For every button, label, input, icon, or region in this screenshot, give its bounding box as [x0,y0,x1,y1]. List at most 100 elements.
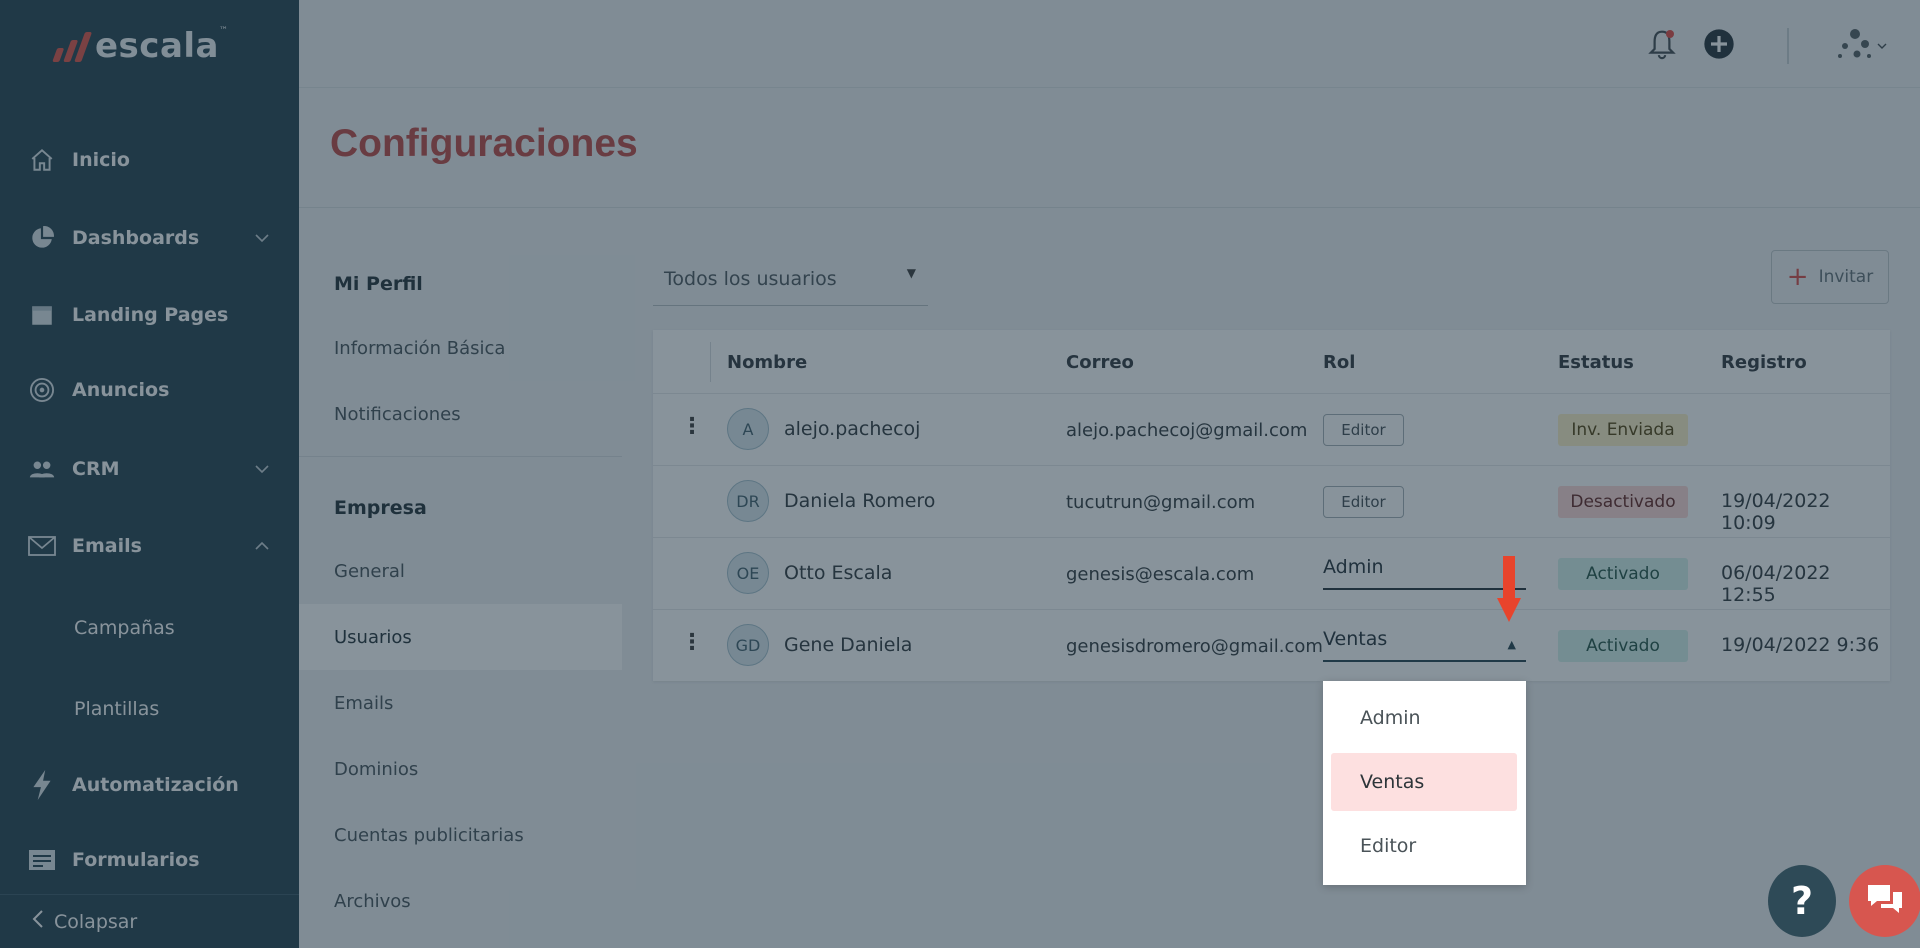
chat-icon [1865,882,1905,920]
settings-item-usuarios[interactable]: Usuarios [299,604,622,670]
role-option-editor[interactable]: Editor [1331,817,1517,875]
user-email: tucutrun@gmail.com [1066,492,1256,513]
table-row: ⋮ GD Gene Daniela genesisdromero@gmail.c… [653,610,1890,682]
header-divider [299,207,1920,208]
sidebar-item-formularios[interactable]: Formularios [0,830,299,890]
user-name: Otto Escala [784,562,893,584]
user-email: alejo.pachecoj@gmail.com [1066,420,1308,441]
registro-date: 19/04/2022 9:36 [1721,634,1880,656]
table-row: DR Daniela Romero tucutrun@gmail.com Edi… [653,466,1890,538]
role-select[interactable]: Admin [1323,550,1526,590]
column-header-estatus[interactable]: Estatus [1558,352,1634,373]
sidebar-item-dashboards[interactable]: Dashboards [0,208,299,268]
avatar: A [727,408,769,450]
status-badge: Inv. Enviada [1558,414,1688,446]
column-header-correo[interactable]: Correo [1066,352,1134,373]
brand-logo[interactable]: escala™ [52,26,229,66]
target-icon [28,376,56,404]
row-menu-icon[interactable]: ⋮ [681,416,703,438]
chevron-down-icon [1877,35,1887,54]
sidebar-item-inicio[interactable]: Inicio [0,130,299,190]
avatar: GD [727,624,769,666]
sidebar-item-label: Landing Pages [72,304,229,326]
table-row: OE Otto Escala genesis@escala.com Admin … [653,538,1890,610]
invite-button[interactable]: + Invitar [1771,250,1889,304]
help-button[interactable]: ? [1768,865,1836,937]
sidebar-item-label: Emails [72,535,142,557]
sidebar: escala™ Inicio Dashboards Landing Pages … [0,0,299,948]
sidebar-item-automatizacion[interactable]: Automatización [0,755,299,815]
header-separator [710,342,711,382]
settings-item-dominios[interactable]: Dominios [299,736,622,802]
sidebar-item-campanas[interactable]: Campañas [0,598,299,658]
page-title: Configuraciones [330,122,638,165]
sidebar-item-label: Automatización [72,774,239,796]
settings-item-archivos[interactable]: Archivos [299,868,622,934]
settings-item-general[interactable]: General [299,538,622,604]
user-avatar-menu[interactable] [1835,28,1887,60]
section-empresa: Empresa [334,497,427,519]
sidebar-item-landing-pages[interactable]: Landing Pages [0,285,299,345]
user-filter-select[interactable]: Todos los usuarios ▼ [653,252,928,306]
table-header: Nombre Correo Rol Estatus Registro [653,330,1890,394]
status-badge: Activado [1558,630,1688,662]
row-menu-icon[interactable]: ⋮ [681,632,703,654]
settings-item-notificaciones[interactable]: Notificaciones [299,381,622,447]
page-icon [28,301,56,329]
sidebar-item-label: Plantillas [74,698,160,720]
sidebar-item-emails[interactable]: Emails [0,516,299,576]
form-icon [28,846,56,874]
avatar: DR [727,480,769,522]
user-name: Gene Daniela [784,634,913,656]
avatar: OE [727,552,769,594]
caret-up-icon: ▲ [1507,638,1516,651]
mail-icon [28,532,56,560]
role-option-admin[interactable]: Admin [1331,689,1517,747]
chevron-down-icon [255,460,269,478]
filter-value: Todos los usuarios [664,267,837,290]
registro-date: 06/04/2022 12:55 [1721,562,1831,606]
collapse-button[interactable]: Colapsar [0,894,299,948]
brand-name: escala [95,26,219,66]
sidebar-item-anuncios[interactable]: Anuncios [0,360,299,420]
role-chip[interactable]: Editor [1323,486,1404,518]
bolt-icon [28,770,56,800]
chevron-up-icon [255,537,269,555]
invite-label: Invitar [1818,267,1874,287]
column-header-rol[interactable]: Rol [1323,352,1355,373]
user-email: genesisdromero@gmail.com [1066,636,1323,657]
settings-item-informacion-basica[interactable]: Información Básica [299,315,622,381]
role-select-open[interactable]: Ventas ▲ [1323,622,1526,662]
sidebar-item-label: Inicio [72,149,130,171]
user-email: genesis@escala.com [1066,564,1255,585]
brand-tm: ™ [219,26,229,36]
role-chip[interactable]: Editor [1323,414,1404,446]
plus-icon: + [1786,262,1809,292]
column-header-registro[interactable]: Registro [1721,352,1807,373]
add-circle-icon[interactable] [1703,28,1735,60]
bell-icon[interactable] [1646,28,1678,60]
sidebar-item-label: Formularios [72,849,200,871]
column-header-nombre[interactable]: Nombre [727,352,807,373]
home-icon [28,146,56,174]
status-badge: Desactivado [1558,486,1688,518]
settings-item-cuentas-publicitarias[interactable]: Cuentas publicitarias [299,802,622,868]
role-dropdown-menu: Admin Ventas Editor [1323,681,1526,885]
sidebar-item-label: CRM [72,458,120,480]
settings-item-emails[interactable]: Emails [299,670,622,736]
registro-date: 19/04/2022 10:09 [1721,490,1831,534]
status-badge: Activado [1558,558,1688,590]
sidebar-item-crm[interactable]: CRM [0,439,299,499]
people-icon [28,455,56,483]
chevron-down-icon [255,229,269,247]
settings-divider [299,456,622,457]
user-name: alejo.pachecoj [784,418,921,440]
sidebar-item-label: Anuncios [72,379,170,401]
table-row: ⋮ A alejo.pachecoj alejo.pachecoj@gmail.… [653,394,1890,466]
chat-button[interactable] [1849,865,1920,937]
role-option-ventas[interactable]: Ventas [1331,753,1517,811]
sidebar-item-plantillas[interactable]: Plantillas [0,679,299,739]
sidebar-item-label: Dashboards [72,227,200,249]
notification-dot [1666,30,1674,38]
user-name: Daniela Romero [784,490,936,512]
